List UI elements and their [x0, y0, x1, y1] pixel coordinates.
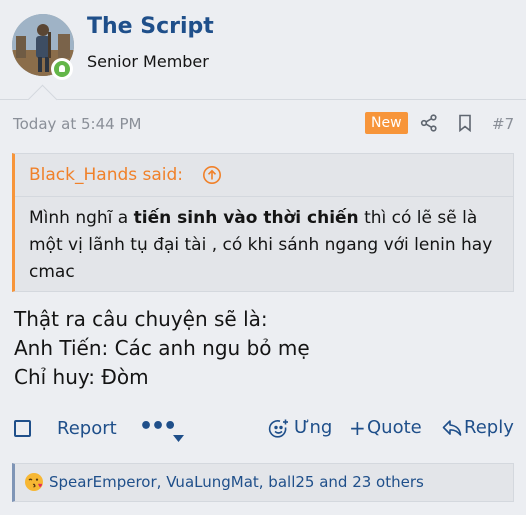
online-user-icon — [51, 58, 73, 80]
username[interactable]: The Script — [87, 14, 214, 39]
bookmark-icon[interactable] — [457, 114, 473, 136]
select-checkbox[interactable] — [14, 420, 31, 437]
post-time[interactable]: Today at 5:44 PM — [13, 115, 141, 133]
kiss-emoji-icon — [24, 472, 44, 496]
quote-text-start: Mình nghĩ a — [29, 208, 134, 228]
post-meta: Today at 5:44 PM New #7 — [0, 108, 526, 138]
reply-label: Reply — [464, 417, 514, 438]
reply-arrow-icon — [442, 418, 462, 442]
more-options-button[interactable]: ••• — [139, 414, 189, 442]
plus-icon: + — [349, 416, 366, 440]
reactions-bar[interactable]: SpearEmperor, VuaLungMat, ball25 and 23 … — [12, 463, 514, 502]
quote-text-bold: tiến sinh vào thời chiến — [133, 208, 359, 228]
post-line: Thật ra câu chuyện sẽ là: — [14, 307, 268, 331]
reaction-users[interactable]: SpearEmperor, VuaLungMat, ball25 and 23 … — [49, 473, 424, 491]
quote-block: Black_Hands said: Mình nghĩ a tiến sinh … — [12, 153, 514, 292]
post-actions: Report ••• Ưng + Quote Reply — [0, 410, 526, 446]
post-line: Chỉ huy: Đòm — [14, 365, 149, 389]
share-icon[interactable] — [420, 114, 438, 136]
more-dots: ••• — [139, 414, 177, 439]
arrow-up-circle-icon[interactable] — [202, 165, 222, 189]
react-label: Ưng — [294, 417, 333, 438]
new-badge: New — [365, 112, 408, 134]
quote-author[interactable]: Black_Hands said: — [29, 165, 183, 185]
caret-down-icon — [173, 427, 184, 446]
user-block: The Script Senior Member — [0, 0, 526, 100]
report-button[interactable]: Report — [57, 418, 117, 439]
quote-text: Mình nghĩ a tiến sinh vào thời chiến thì… — [29, 205, 499, 286]
post-number[interactable]: #7 — [492, 115, 514, 133]
quote-label: Quote — [367, 417, 422, 438]
post-line: Anh Tiến: Các anh ngu bỏ mẹ — [14, 336, 310, 360]
divider — [0, 99, 526, 100]
user-title: Senior Member — [87, 52, 209, 71]
post-body: Thật ra câu chuyện sẽ là: Anh Tiến: Các … — [14, 305, 514, 392]
quote-header: Black_Hands said: — [15, 154, 513, 197]
smiley-plus-icon — [268, 418, 290, 444]
